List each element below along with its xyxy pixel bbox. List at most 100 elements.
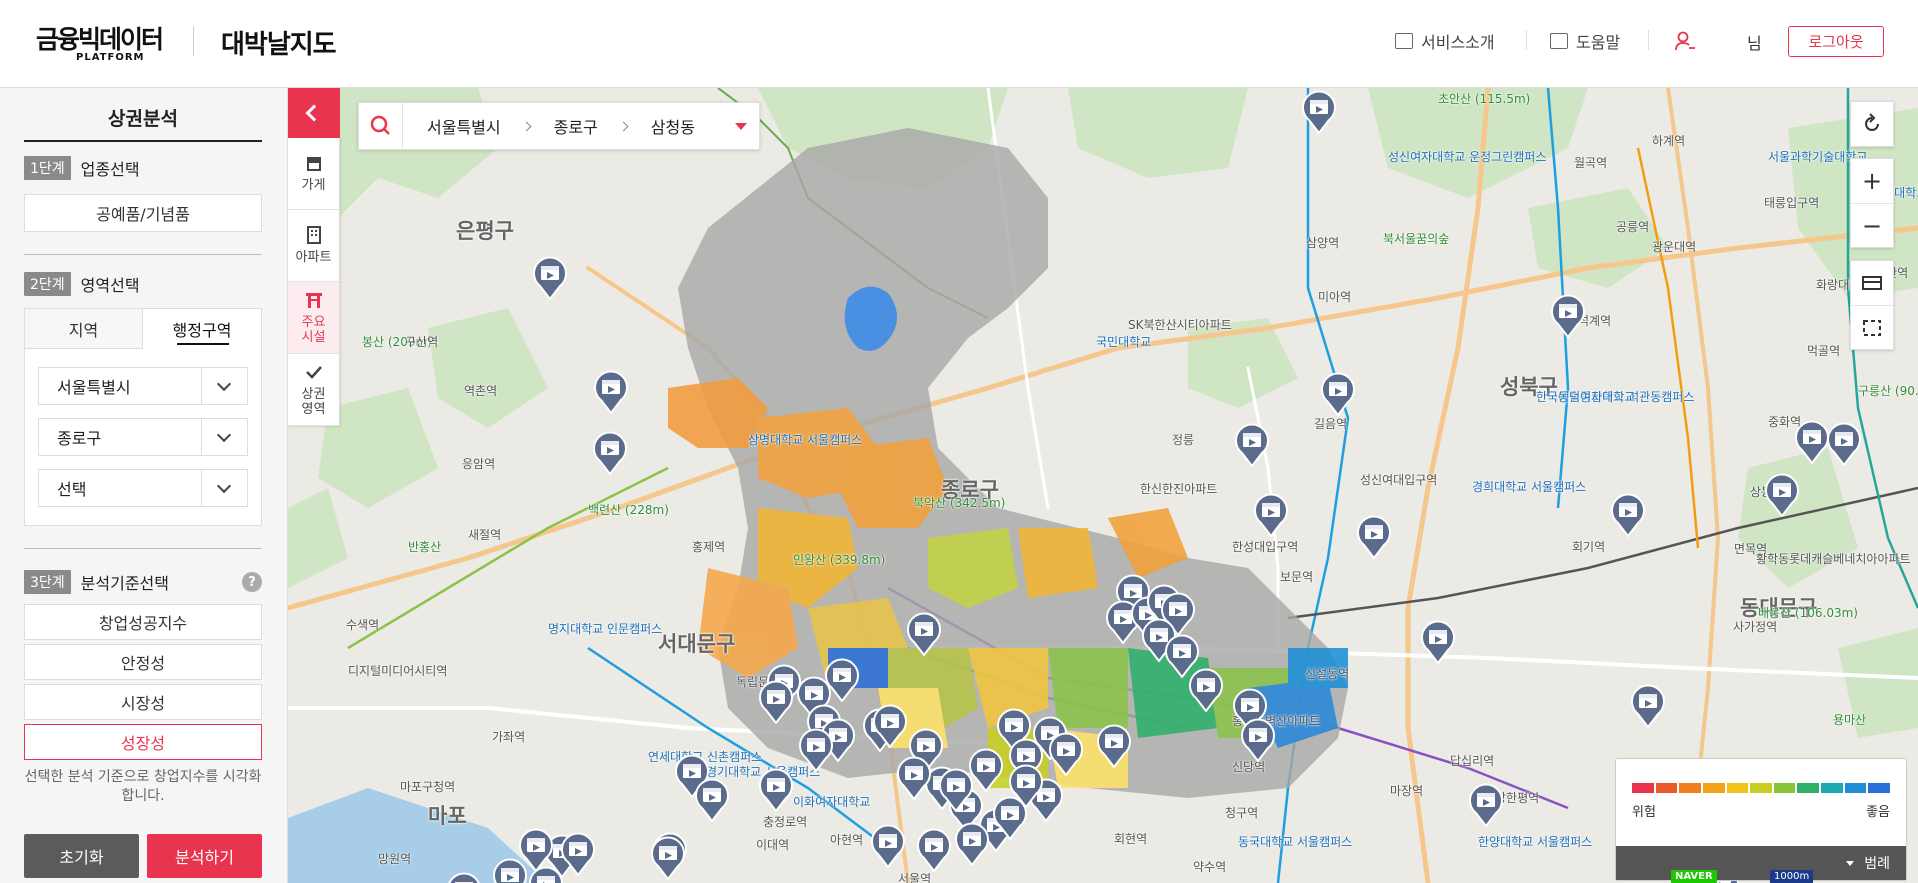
map-label: 공릉역 <box>1616 220 1650 234</box>
layer-icon[interactable] <box>1851 261 1893 305</box>
map-label: 보문역 <box>1280 570 1314 584</box>
facility-marker-icon[interactable] <box>758 680 794 724</box>
tool-store[interactable]: 가게 <box>288 138 339 210</box>
facility-marker-icon[interactable] <box>593 370 629 414</box>
tool-major-facility-label: 주요 시설 <box>301 314 326 345</box>
refresh-icon[interactable] <box>1851 102 1893 146</box>
facility-marker-icon[interactable] <box>758 768 794 812</box>
facility-marker-icon[interactable] <box>1301 90 1337 134</box>
facility-marker-icon[interactable] <box>446 872 482 883</box>
facility-marker-icon[interactable] <box>870 824 906 868</box>
criterion-marketability[interactable]: 시장성 <box>24 684 262 720</box>
location-search-bar[interactable]: 서울특별시 종로구 삼청동 <box>358 102 760 150</box>
facility-marker-icon[interactable] <box>532 256 568 300</box>
map-label: 북악산 (342.5m) <box>913 496 1006 510</box>
map-label: 한신한진아파트 <box>1140 482 1218 496</box>
facility-marker-icon[interactable] <box>1826 422 1862 466</box>
facility-marker-icon[interactable] <box>560 832 596 876</box>
facility-marker-icon[interactable] <box>1234 423 1270 467</box>
facility-marker-icon[interactable] <box>1764 473 1800 517</box>
collapse-panel-button[interactable] <box>288 88 340 138</box>
map-label: 망원역 <box>378 852 412 866</box>
dong-select[interactable]: 선택 <box>38 469 248 507</box>
map-label: 월곡역 <box>1574 156 1608 170</box>
tab-admin-district[interactable]: 행정구역 <box>143 309 261 349</box>
facility-marker-icon[interactable] <box>1630 684 1666 728</box>
facility-marker-icon[interactable] <box>1420 620 1456 664</box>
facility-marker-icon[interactable] <box>1550 294 1586 338</box>
facility-marker-icon[interactable] <box>492 858 528 883</box>
map-label: 삼양역 <box>1306 236 1340 250</box>
breadcrumb-dong[interactable]: 삼청동 <box>651 114 695 138</box>
legend-toggle[interactable]: 범례 <box>1616 846 1906 880</box>
help-icon[interactable]: ? <box>242 572 262 592</box>
monitor-plus-icon <box>1395 33 1413 49</box>
facility-marker-icon[interactable] <box>1356 515 1392 559</box>
facility-marker-icon[interactable] <box>1610 493 1646 537</box>
map-label: 이화여자대학교 <box>793 795 871 809</box>
criterion-success-index[interactable]: 창업성공지수 <box>24 604 262 640</box>
facility-marker-icon[interactable] <box>1096 724 1132 768</box>
step2-header: 2단계 영역선택 <box>24 272 140 296</box>
map-label: 마장역 <box>1390 784 1424 798</box>
facility-marker-icon[interactable] <box>916 828 952 872</box>
facility-marker-icon[interactable] <box>1253 493 1289 537</box>
facility-marker-icon[interactable] <box>1048 732 1084 776</box>
zoom-in-button[interactable]: + <box>1851 159 1893 203</box>
map-label: 새절역 <box>468 528 502 542</box>
nav-separator <box>1648 30 1649 50</box>
facility-marker-icon[interactable] <box>954 822 990 866</box>
facility-marker-icon[interactable] <box>592 431 628 475</box>
facility-marker-icon[interactable] <box>872 704 908 748</box>
zoom-out-button[interactable]: − <box>1851 203 1893 247</box>
facility-marker-icon[interactable] <box>1188 668 1224 712</box>
city-select[interactable]: 서울특별시 <box>38 367 248 405</box>
map-scale: 1000m <box>1770 870 1814 883</box>
facility-marker-icon[interactable] <box>798 728 834 772</box>
facility-marker-icon[interactable] <box>896 756 932 800</box>
nav-help[interactable]: 도움말 <box>1550 28 1620 54</box>
tool-commercial-area[interactable]: 상권 영역 <box>288 354 339 426</box>
facility-marker-icon[interactable] <box>1794 420 1830 464</box>
map-label: 사가정역 <box>1733 620 1778 634</box>
tab-admin-district-label: 행정구역 <box>172 321 232 340</box>
app-title[interactable]: 대박날지도 <box>221 24 337 61</box>
chevron-down-icon <box>201 470 247 506</box>
map-label: 충정로역 <box>763 815 808 829</box>
map-label: 황학동롯데캐슬베네치아아파트 <box>1756 552 1911 566</box>
map-canvas[interactable]: 성북구 종로구 동대문구 마포 서대문구 은평구 북악산 (342.5m) 인왕산 (339.… <box>288 88 1918 883</box>
map-label: 서대문구 <box>658 632 736 656</box>
facility-marker-icon[interactable] <box>906 612 942 656</box>
criterion-growth[interactable]: 성장성 <box>24 724 262 760</box>
facility-marker-icon[interactable] <box>650 836 686 880</box>
nav-service-intro[interactable]: 서비스소개 <box>1395 28 1495 54</box>
analyze-button[interactable]: 분석하기 <box>147 834 262 878</box>
map-label: 디지털미디어시티역 <box>348 664 448 678</box>
industry-select[interactable]: 공예품/기념품 <box>24 194 262 232</box>
building-icon <box>306 226 321 244</box>
map-label: 동국대학교 서울캠퍼스 <box>1238 835 1353 849</box>
facility-marker-icon[interactable] <box>1468 783 1504 827</box>
dropdown-triangle-icon[interactable] <box>734 122 747 130</box>
breadcrumb-district[interactable]: 종로구 <box>554 114 598 138</box>
tool-apartment[interactable]: 아파트 <box>288 210 339 282</box>
reset-button[interactable]: 초기화 <box>24 834 139 878</box>
facility-marker-icon[interactable] <box>1240 718 1276 762</box>
map-label: 길음역 <box>1314 417 1348 431</box>
tab-region[interactable]: 지역 <box>25 309 143 349</box>
search-icon[interactable] <box>359 102 403 150</box>
criterion-stability[interactable]: 안정성 <box>24 644 262 680</box>
facility-marker-icon[interactable] <box>1320 372 1356 416</box>
facility-marker-icon[interactable] <box>938 768 974 812</box>
user-icon[interactable] <box>1674 30 1696 52</box>
district-select[interactable]: 종로구 <box>38 418 248 456</box>
tool-major-facility[interactable]: 주요 시설 <box>288 282 339 354</box>
platform-logo[interactable]: 금융빅데이터 PLATFORM <box>36 20 172 68</box>
user-name: 님 <box>1747 34 1762 53</box>
facility-marker-icon[interactable] <box>694 778 730 822</box>
area-select-icon[interactable] <box>1851 305 1893 349</box>
facility-marker-icon[interactable] <box>992 796 1028 840</box>
chevron-down-icon <box>201 368 247 404</box>
breadcrumb-city[interactable]: 서울특별시 <box>427 114 501 138</box>
logout-button[interactable]: 로그아웃 <box>1788 26 1884 57</box>
